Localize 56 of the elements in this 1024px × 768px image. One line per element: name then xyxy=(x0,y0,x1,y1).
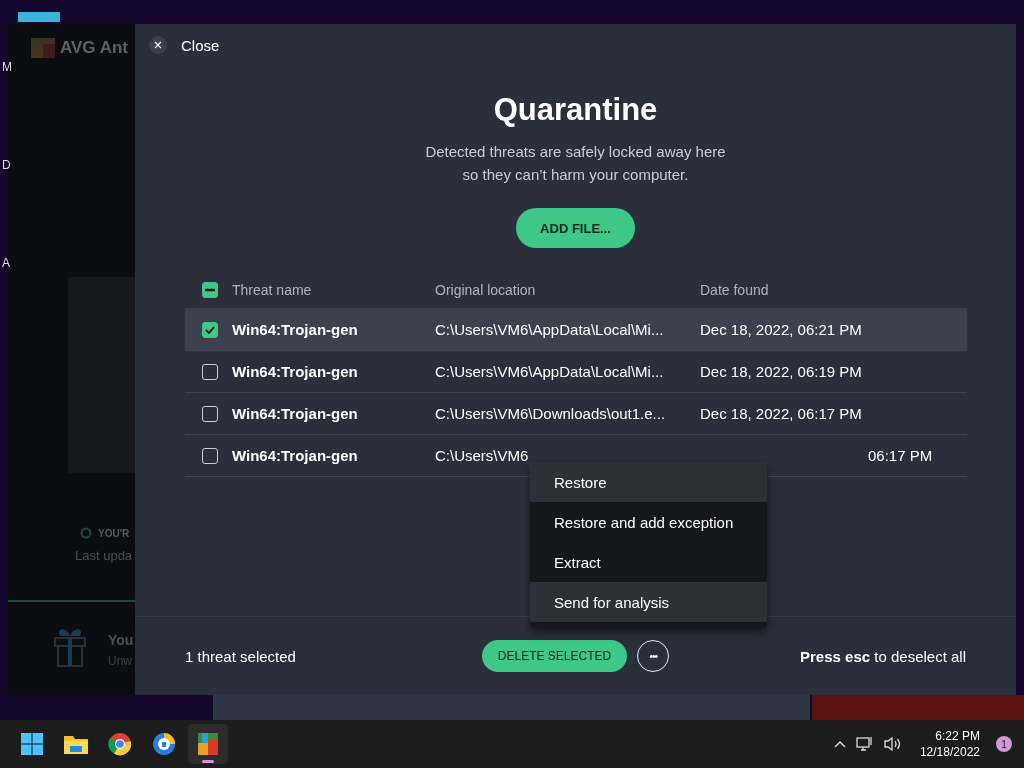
notification-badge[interactable]: 1 xyxy=(996,736,1012,752)
checkmark-icon xyxy=(204,325,215,334)
folder-icon[interactable] xyxy=(63,733,89,755)
close-button[interactable]: Close xyxy=(181,36,220,54)
windows-start-icon[interactable] xyxy=(20,732,44,756)
threat-name: Win64:Trojan-gen xyxy=(232,447,359,464)
threat-name: Win64:Trojan-gen xyxy=(232,405,359,422)
selection-count: 1 threat selected xyxy=(185,647,297,665)
threat-name: Win64:Trojan-gen xyxy=(232,363,359,380)
browser-icon[interactable] xyxy=(108,732,132,756)
deselect-hint: Press esc to deselect all xyxy=(799,647,966,665)
location-cell-text: C:\Users\VM6\Downloads\out1.e... xyxy=(435,405,667,422)
promo-title: You xyxy=(108,632,134,648)
chevron-up-icon[interactable] xyxy=(833,740,846,748)
shield-browser-icon[interactable] xyxy=(152,732,176,756)
select-all-checkbox[interactable] xyxy=(201,282,218,298)
delete-selected-button[interactable]: DELETE SELECTED xyxy=(481,640,628,672)
location-cell-text: C:\Users\VM6\AppData\Local\Mi... xyxy=(435,363,665,380)
clock[interactable]: 6:22 PM 12/18/2022 xyxy=(919,728,980,760)
avg-app-icon[interactable] xyxy=(196,731,220,757)
column-header: Original location xyxy=(435,282,537,298)
desktop-icon-label: M xyxy=(2,60,12,74)
desktop-icon-label: A xyxy=(2,256,10,270)
close-icon[interactable] xyxy=(149,36,167,54)
row-checkbox[interactable] xyxy=(201,405,218,422)
row-checkbox[interactable] xyxy=(201,447,218,464)
refresh-icon xyxy=(80,527,92,539)
row-checkbox[interactable] xyxy=(201,363,218,380)
threat-row[interactable]: Win64:Trojan-gen C:\Users\VM6\Downloads\out1.e... Dec 18, 2022, 06:17 PM xyxy=(185,393,967,435)
avg-logo-icon xyxy=(30,36,56,60)
threat-row[interactable]: Win64:Trojan-gen C:\Users\VM6\AppData\Local\Mi... Dec 18, 2022, 06:21 PM xyxy=(185,309,967,351)
volume-icon[interactable] xyxy=(883,736,902,752)
menu-item[interactable]: Restore xyxy=(530,462,767,502)
date-cell: Dec 18, 2022, 06:17 PM xyxy=(700,405,862,422)
location-cell-text: C:\Users\VM6\AppData\Local\Mi... xyxy=(435,321,665,338)
menu-item[interactable]: Extract xyxy=(530,542,767,582)
app-title: AVG Ant xyxy=(60,38,128,58)
update-text: Last upda xyxy=(75,548,133,563)
date-cell: Dec 18, 2022, 06:21 PM xyxy=(700,321,862,338)
menu-item[interactable]: Send for analysis xyxy=(530,582,767,622)
threat-row[interactable]: Win64:Trojan-gen C:\Users\VM6\AppData\Local\Mi... Dec 18, 2022, 06:19 PM xyxy=(185,351,967,393)
location-cell-text: C:\Users\VM6 xyxy=(435,447,530,464)
dialog-title: Quarantine xyxy=(493,92,658,128)
menu-item[interactable]: Restore and add exception xyxy=(530,502,767,542)
dialog-subtitle: Detected threats are safely locked away here so they can’t harm your computer. xyxy=(425,142,726,185)
desktop-icon-label: D xyxy=(2,158,11,172)
status-text: YOU'R xyxy=(98,527,130,539)
column-header: Threat name xyxy=(232,282,313,298)
minus-icon xyxy=(204,288,215,292)
date-cell: Dec 18, 2022, 06:19 PM xyxy=(700,363,862,380)
column-header: Date found xyxy=(700,282,769,298)
date-cell: 06:17 PM xyxy=(868,447,933,464)
threat-name: Win64:Trojan-gen xyxy=(232,321,359,338)
network-icon[interactable] xyxy=(855,736,874,752)
row-checkbox[interactable] xyxy=(201,321,218,338)
add-file-button[interactable]: ADD FILE... xyxy=(516,208,635,248)
